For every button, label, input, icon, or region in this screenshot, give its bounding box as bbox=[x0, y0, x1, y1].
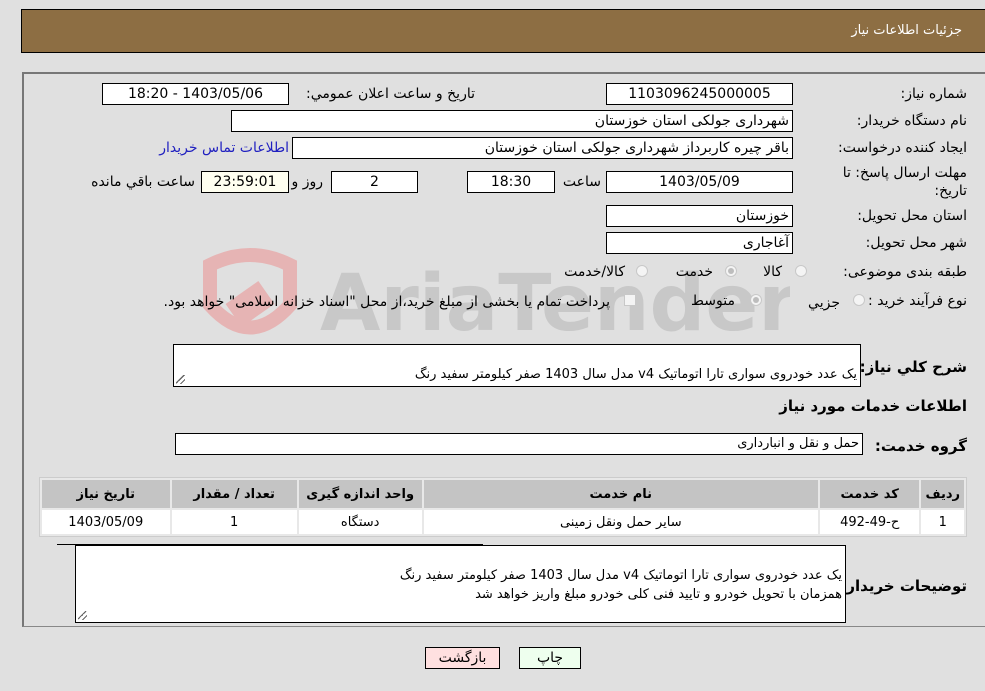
city-label: شهر محل تحویل: bbox=[865, 235, 967, 251]
general-description-textarea[interactable]: یک عدد خودروی سواری تارا اتوماتیک v4 مدل… bbox=[173, 344, 861, 387]
category-goods-service-label: کالا/خدمت bbox=[564, 264, 625, 280]
city-field: آغاجاری bbox=[606, 232, 793, 254]
print-button[interactable]: چاپ bbox=[519, 647, 581, 669]
buyer-org-label: نام دستگاه خریدار: bbox=[856, 113, 967, 129]
resize-grip-icon[interactable] bbox=[78, 611, 87, 620]
remaining-time-field: 23:59:01 bbox=[201, 171, 289, 193]
deadline-date-field: 1403/05/09 bbox=[606, 171, 793, 193]
cell-row-number: 1 bbox=[921, 510, 964, 534]
category-service-radio[interactable] bbox=[725, 265, 737, 277]
days-label: روز و bbox=[291, 174, 324, 190]
purchase-minor-radio[interactable] bbox=[853, 294, 865, 306]
cell-unit: دستگاه bbox=[298, 510, 422, 534]
purchase-type-label: نوع فرآیند خرید : bbox=[868, 293, 967, 309]
remaining-label: ساعت باقي مانده bbox=[91, 174, 195, 190]
service-group-field: حمل و نقل و انبارداری bbox=[175, 433, 863, 455]
purchase-minor-label: جزيي bbox=[808, 295, 840, 311]
service-group-label: گروه خدمت: bbox=[874, 437, 967, 455]
table-row: 1 ح-49-492 سایر حمل ونقل زمینی دستگاه 1 … bbox=[42, 510, 964, 534]
treasury-checkbox[interactable] bbox=[624, 294, 636, 306]
back-button[interactable]: بازگشت bbox=[425, 647, 500, 669]
services-table: ردیف کد خدمت نام خدمت واحد اندازه گیری ت… bbox=[39, 477, 967, 537]
province-label: استان محل تحویل: bbox=[857, 208, 967, 224]
category-service-label: خدمت bbox=[675, 264, 713, 280]
deadline-time-label: ساعت bbox=[562, 174, 601, 190]
cell-need-date: 1403/05/09 bbox=[42, 510, 170, 534]
col-service-name: نام خدمت bbox=[423, 480, 818, 508]
general-description-text: یک عدد خودروی سواری تارا اتوماتیک v4 مدل… bbox=[414, 367, 857, 382]
cell-service-code: ح-49-492 bbox=[819, 510, 920, 534]
province-field: خوزستان bbox=[606, 205, 793, 227]
announce-datetime-field: 1403/05/06 - 18:20 bbox=[102, 83, 289, 105]
category-goods-service-radio[interactable] bbox=[636, 265, 648, 277]
col-need-date: تاریخ نیاز bbox=[42, 480, 170, 508]
col-unit: واحد اندازه گیری bbox=[298, 480, 422, 508]
deadline-time-field: 18:30 bbox=[467, 171, 555, 193]
deadline-label-2: تاریخ: bbox=[934, 183, 967, 199]
buyer-org-field: شهرداری جولکی استان خوزستان bbox=[231, 110, 793, 132]
buyer-contact-link[interactable]: اطلاعات تماس خریدار bbox=[159, 140, 289, 156]
category-goods-label: کالا bbox=[763, 264, 782, 280]
page-header: جزئیات اطلاعات نیاز bbox=[21, 9, 985, 53]
category-goods-radio[interactable] bbox=[795, 265, 807, 277]
treasury-note: پرداخت تمام یا بخشی از مبلغ خرید،از محل … bbox=[163, 294, 610, 310]
remaining-days-field: 2 bbox=[331, 171, 418, 193]
category-label: طبقه بندی موضوعی: bbox=[843, 264, 967, 280]
page-title: جزئیات اطلاعات نیاز bbox=[851, 23, 962, 38]
deadline-label: مهلت ارسال پاسخ: تا bbox=[842, 165, 967, 181]
services-section-title: اطلاعات خدمات مورد نیاز bbox=[779, 397, 967, 415]
cell-quantity: 1 bbox=[171, 510, 297, 534]
buyer-notes-text: یک عدد خودروی سواری تارا اتوماتیک v4 مدل… bbox=[399, 568, 842, 602]
col-quantity: تعداد / مقدار bbox=[171, 480, 297, 508]
col-service-code: کد خدمت bbox=[819, 480, 920, 508]
cell-service-name: سایر حمل ونقل زمینی bbox=[423, 510, 818, 534]
creator-field: باقر چیره کاربرداز شهرداری جولکی استان خ… bbox=[292, 137, 793, 159]
buyer-notes-label: توضیحات خریدار: bbox=[840, 577, 967, 595]
creator-label: ایجاد کننده درخواست: bbox=[838, 140, 967, 156]
purchase-medium-label: متوسط bbox=[691, 293, 735, 309]
need-number-field: 1103096245000005 bbox=[606, 83, 793, 105]
resize-grip-icon[interactable] bbox=[176, 375, 185, 384]
general-description-label: شرح کلي نیاز: bbox=[859, 358, 967, 376]
purchase-medium-radio[interactable] bbox=[750, 294, 762, 306]
buyer-notes-textarea[interactable]: یک عدد خودروی سواری تارا اتوماتیک v4 مدل… bbox=[75, 545, 846, 623]
need-number-label: شماره نیاز: bbox=[900, 86, 968, 102]
table-header-row: ردیف کد خدمت نام خدمت واحد اندازه گیری ت… bbox=[42, 480, 964, 508]
col-row-number: ردیف bbox=[921, 480, 964, 508]
announce-datetime-label: تاریخ و ساعت اعلان عمومي: bbox=[306, 86, 475, 102]
